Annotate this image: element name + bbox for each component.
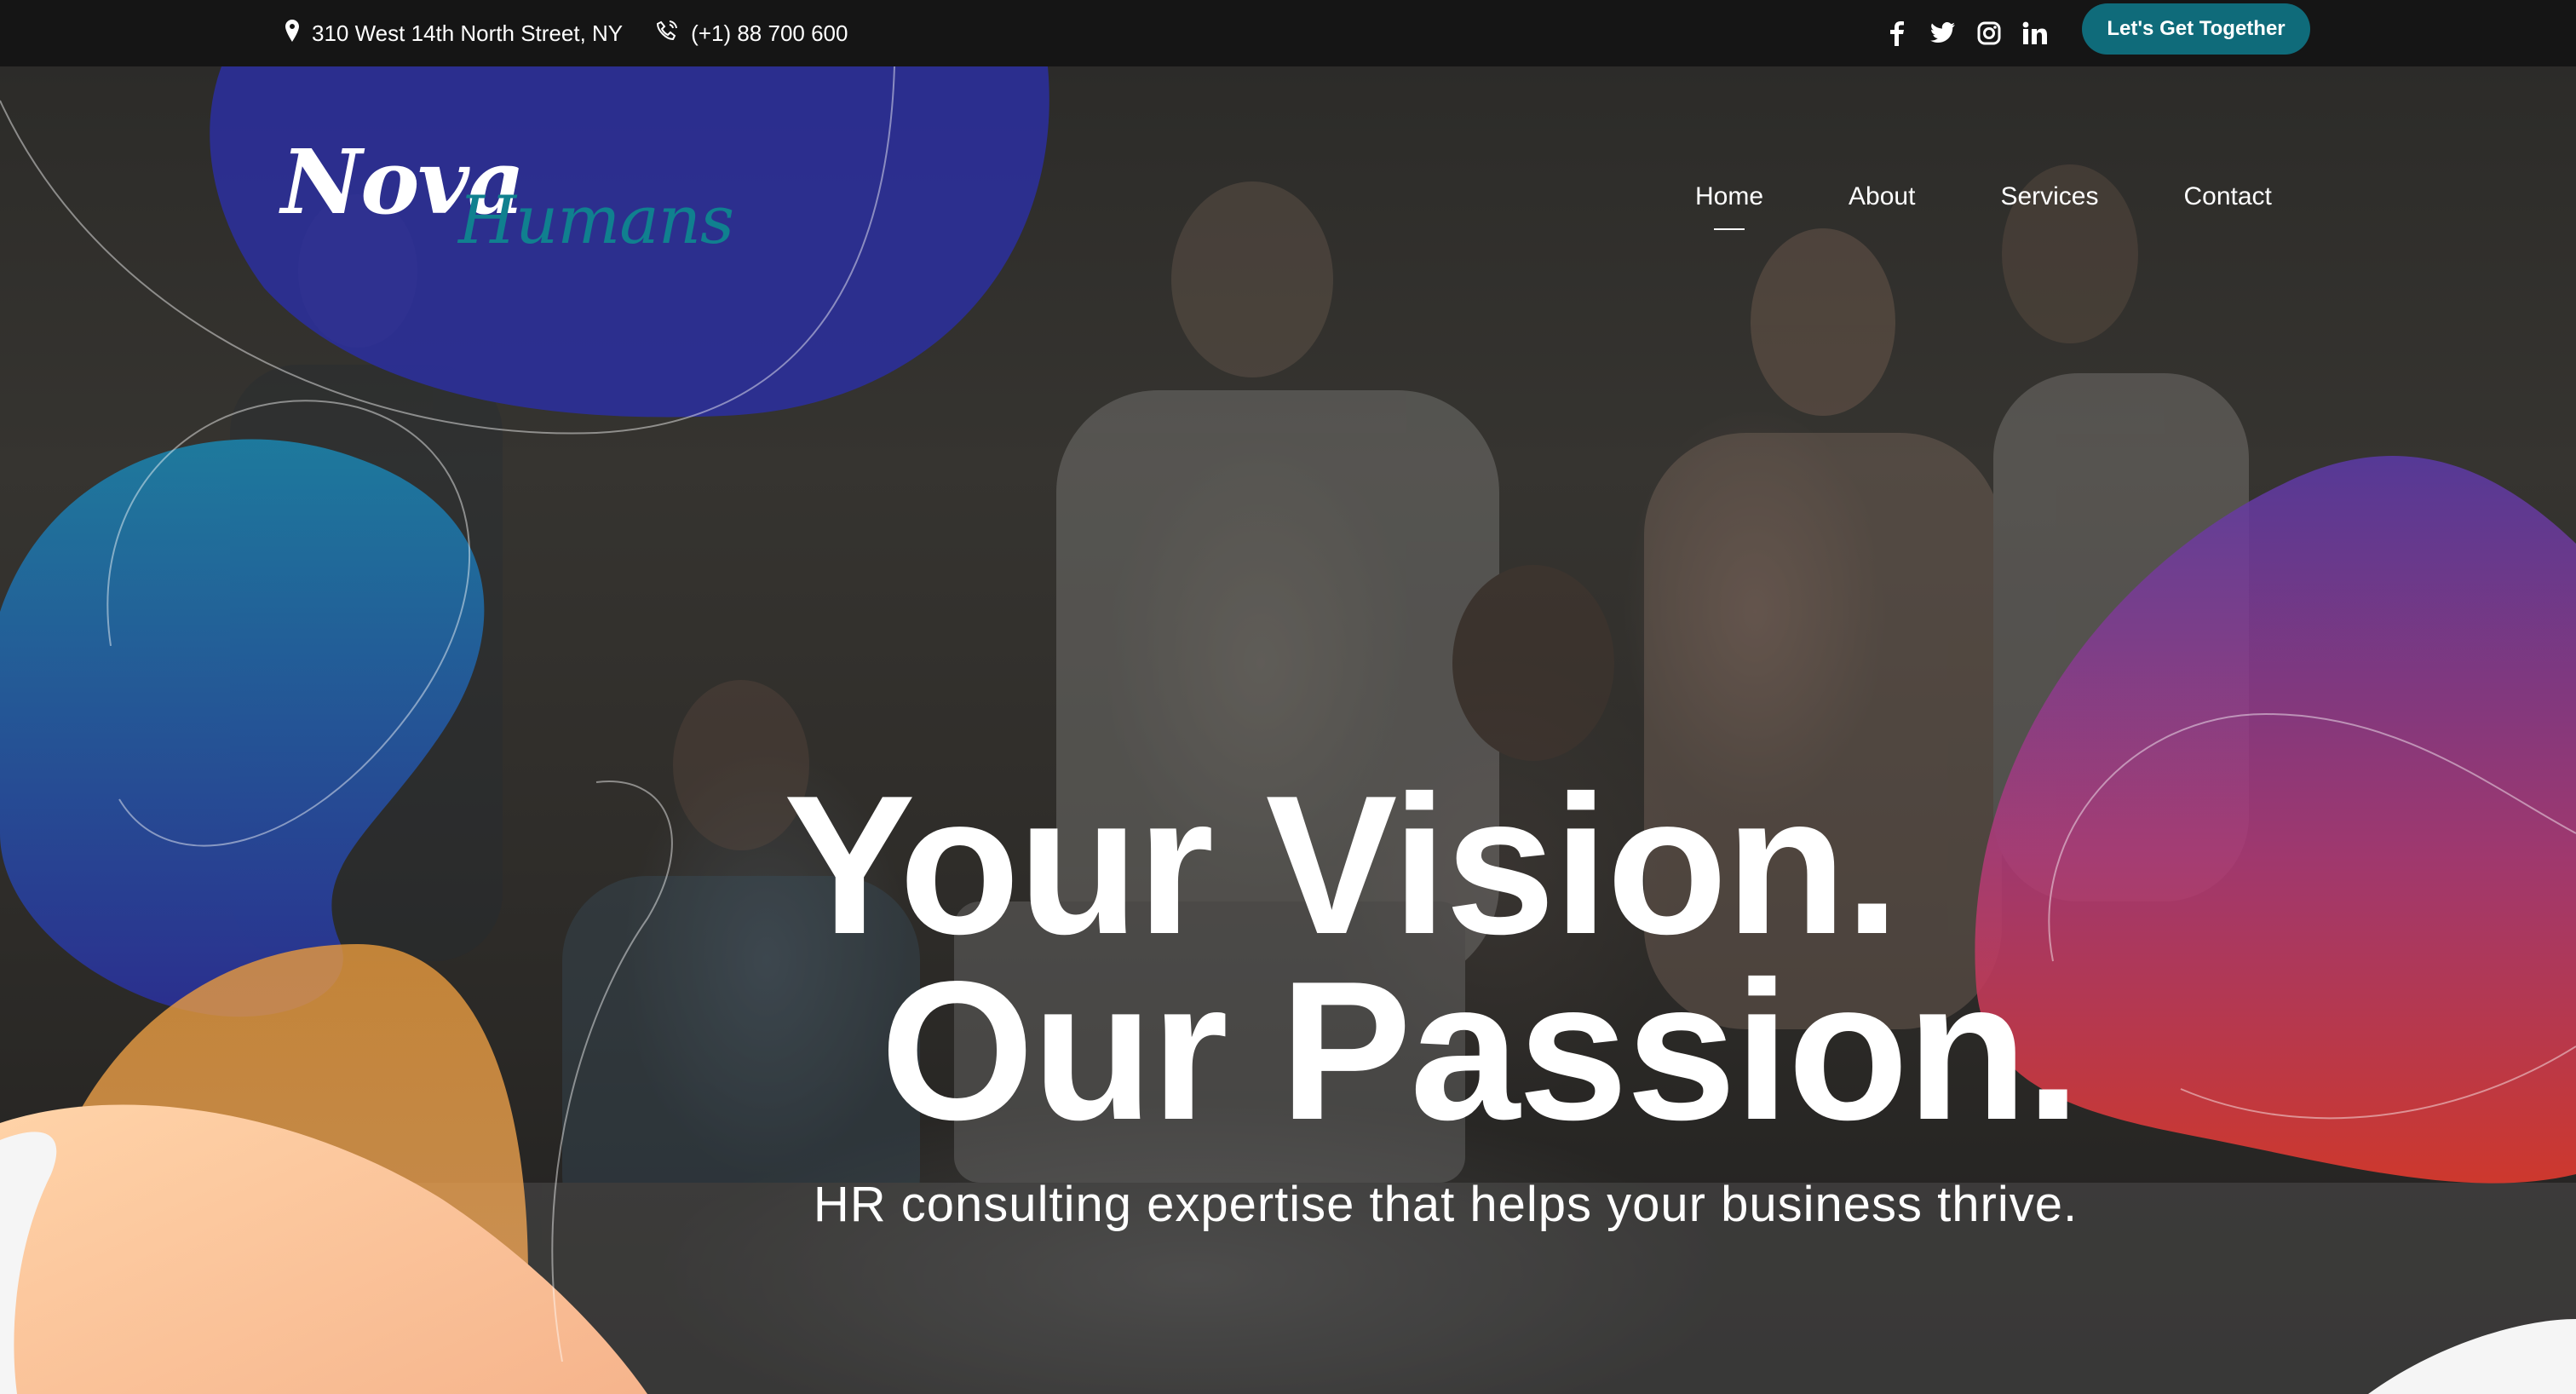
phone-item[interactable]: (+1) 88 700 600 <box>655 19 848 49</box>
facebook-icon[interactable] <box>1883 19 1912 48</box>
main-nav: Home About Services Contact <box>1695 182 2272 230</box>
hero-headline-line-1: Your Vision. <box>783 755 1900 976</box>
address-text: 310 West 14th North Street, NY <box>312 20 624 46</box>
nav-item-home[interactable]: Home <box>1695 182 1763 230</box>
phone-icon <box>655 19 679 49</box>
contact-info: 310 West 14th North Street, NY (+1) 88 7… <box>285 0 848 66</box>
nav-item-services[interactable]: Services <box>2000 182 2098 211</box>
twitter-icon[interactable] <box>1929 19 1958 48</box>
address-item: 310 West 14th North Street, NY <box>285 19 623 49</box>
social-links <box>1883 0 2050 66</box>
map-pin-icon <box>285 19 300 49</box>
nav-item-contact[interactable]: Contact <box>2183 182 2271 211</box>
instagram-icon[interactable] <box>1975 19 2004 48</box>
hero-headline-line-2: Our Passion. <box>880 941 2080 1161</box>
hero-subheadline: HR consulting expertise that helps your … <box>813 1177 2079 1232</box>
lets-get-together-button[interactable]: Let's Get Together <box>2082 3 2310 55</box>
linkedin-icon[interactable] <box>2021 19 2050 48</box>
hero-section: Nova Humans Home About Services Contact … <box>0 66 2576 1394</box>
phone-text: (+1) 88 700 600 <box>691 20 848 46</box>
top-bar: 310 West 14th North Street, NY (+1) 88 7… <box>0 0 2576 66</box>
logo-word-humans: Humans <box>458 182 734 259</box>
nav-item-about[interactable]: About <box>1849 182 1915 211</box>
